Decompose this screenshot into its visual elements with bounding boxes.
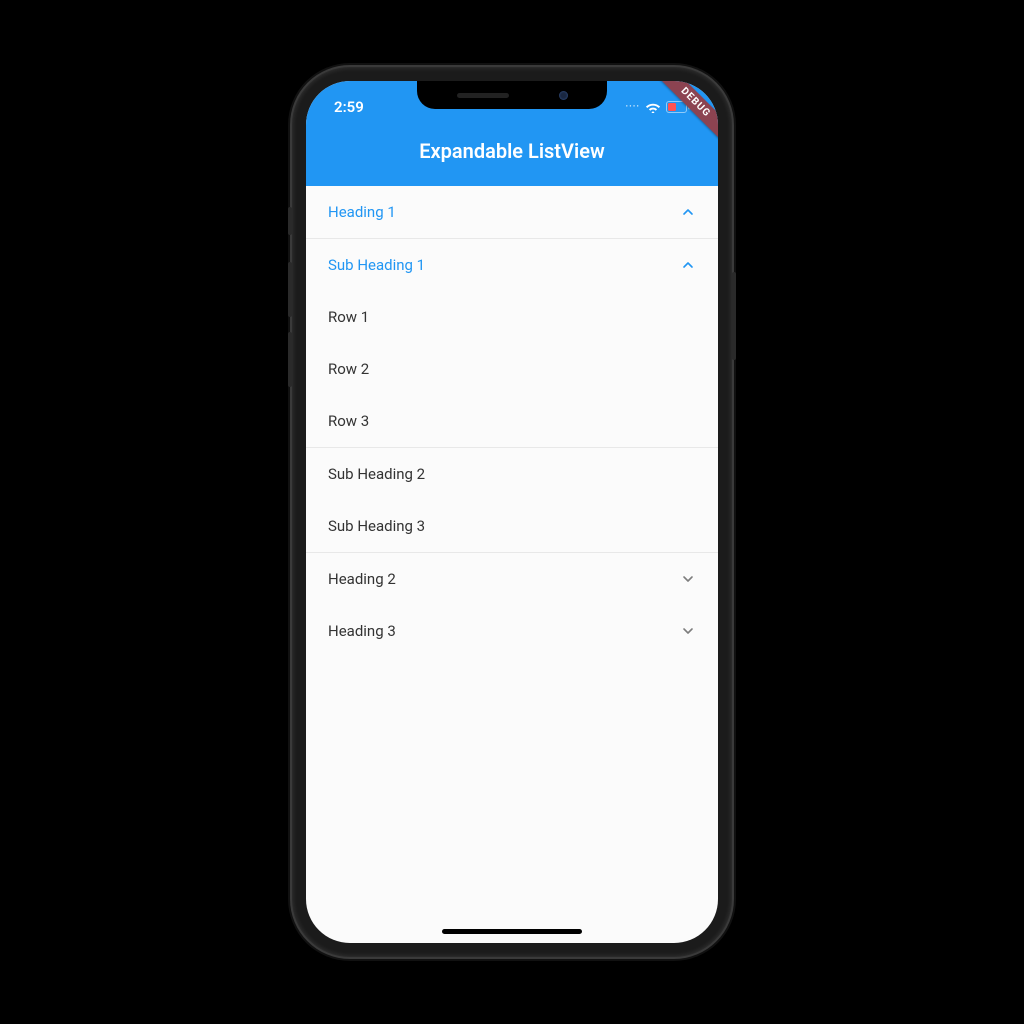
volume-down-button [288,332,292,387]
notch [417,81,607,109]
heading-2-label: Heading 2 [328,570,396,588]
subheading-1-label: Sub Heading 1 [328,256,425,274]
mute-switch [288,207,292,235]
subheading-3-tile[interactable]: Sub Heading 3 [306,500,718,552]
heading-3-tile[interactable]: Heading 3 [306,605,718,657]
subheading-2-label: Sub Heading 2 [328,465,425,483]
row-label: Row 3 [328,412,369,430]
row-label: Row 1 [328,308,369,326]
subheading-1-tile[interactable]: Sub Heading 1 [306,239,718,291]
heading-2-tile[interactable]: Heading 2 [306,553,718,605]
volume-up-button [288,262,292,317]
screen: DEBUG 2:59 ···· Expandable ListView [306,81,718,943]
power-button [732,272,736,360]
status-time: 2:59 [334,98,364,116]
expandable-list[interactable]: Heading 1 Sub Heading 1 Row 1 Row 2 Row … [306,186,718,657]
heading-1-label: Heading 1 [328,203,396,221]
subheading-2-tile[interactable]: Sub Heading 2 [306,448,718,500]
chevron-down-icon [680,571,696,587]
chevron-up-icon [680,257,696,273]
list-row[interactable]: Row 2 [306,343,718,395]
chevron-down-icon [680,623,696,639]
subheading-3-label: Sub Heading 3 [328,517,425,535]
heading-3-label: Heading 3 [328,622,396,640]
chevron-up-icon [680,204,696,220]
home-indicator[interactable] [442,929,582,934]
row-label: Row 2 [328,360,369,378]
front-camera [559,91,568,100]
list-row[interactable]: Row 3 [306,395,718,447]
heading-1-tile[interactable]: Heading 1 [306,186,718,238]
phone-frame: DEBUG 2:59 ···· Expandable ListView [292,67,732,957]
list-row[interactable]: Row 1 [306,291,718,343]
cellular-signal-icon: ···· [625,102,640,112]
wifi-icon [645,101,661,113]
app-bar-title: Expandable ListView [306,139,718,163]
speaker-grille [457,93,509,98]
